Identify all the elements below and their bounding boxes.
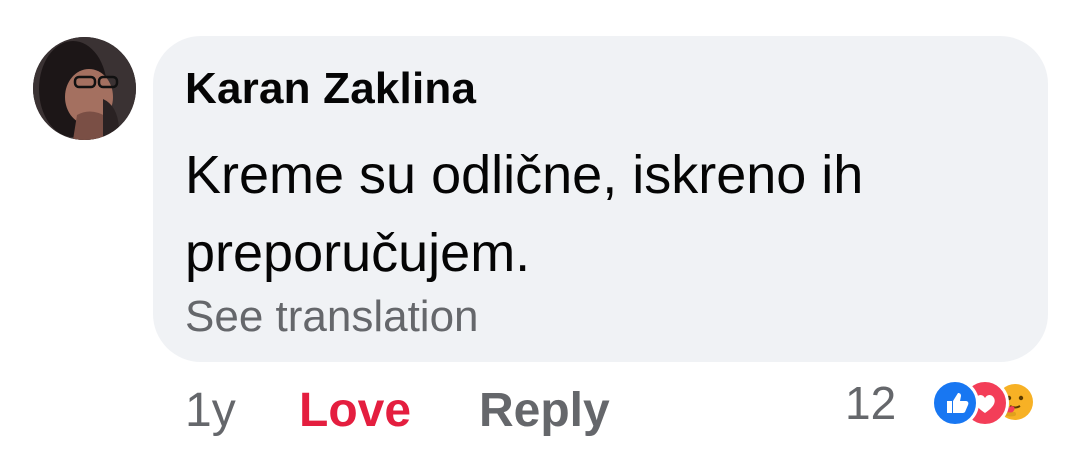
comment-author[interactable]: Karan Zaklina — [185, 64, 476, 114]
see-translation-link[interactable]: See translation — [185, 292, 479, 342]
reaction-icons — [931, 379, 1071, 427]
comment-text: Kreme su odlične, iskreno ih preporučuje… — [185, 145, 864, 283]
love-reaction-button[interactable]: Love — [299, 383, 411, 438]
comment-age[interactable]: 1y — [185, 383, 236, 438]
reaction-count: 12 — [845, 377, 897, 429]
reply-button[interactable]: Reply — [479, 383, 610, 438]
like-icon — [931, 379, 979, 427]
profile-photo — [33, 37, 136, 140]
avatar[interactable] — [33, 37, 136, 140]
